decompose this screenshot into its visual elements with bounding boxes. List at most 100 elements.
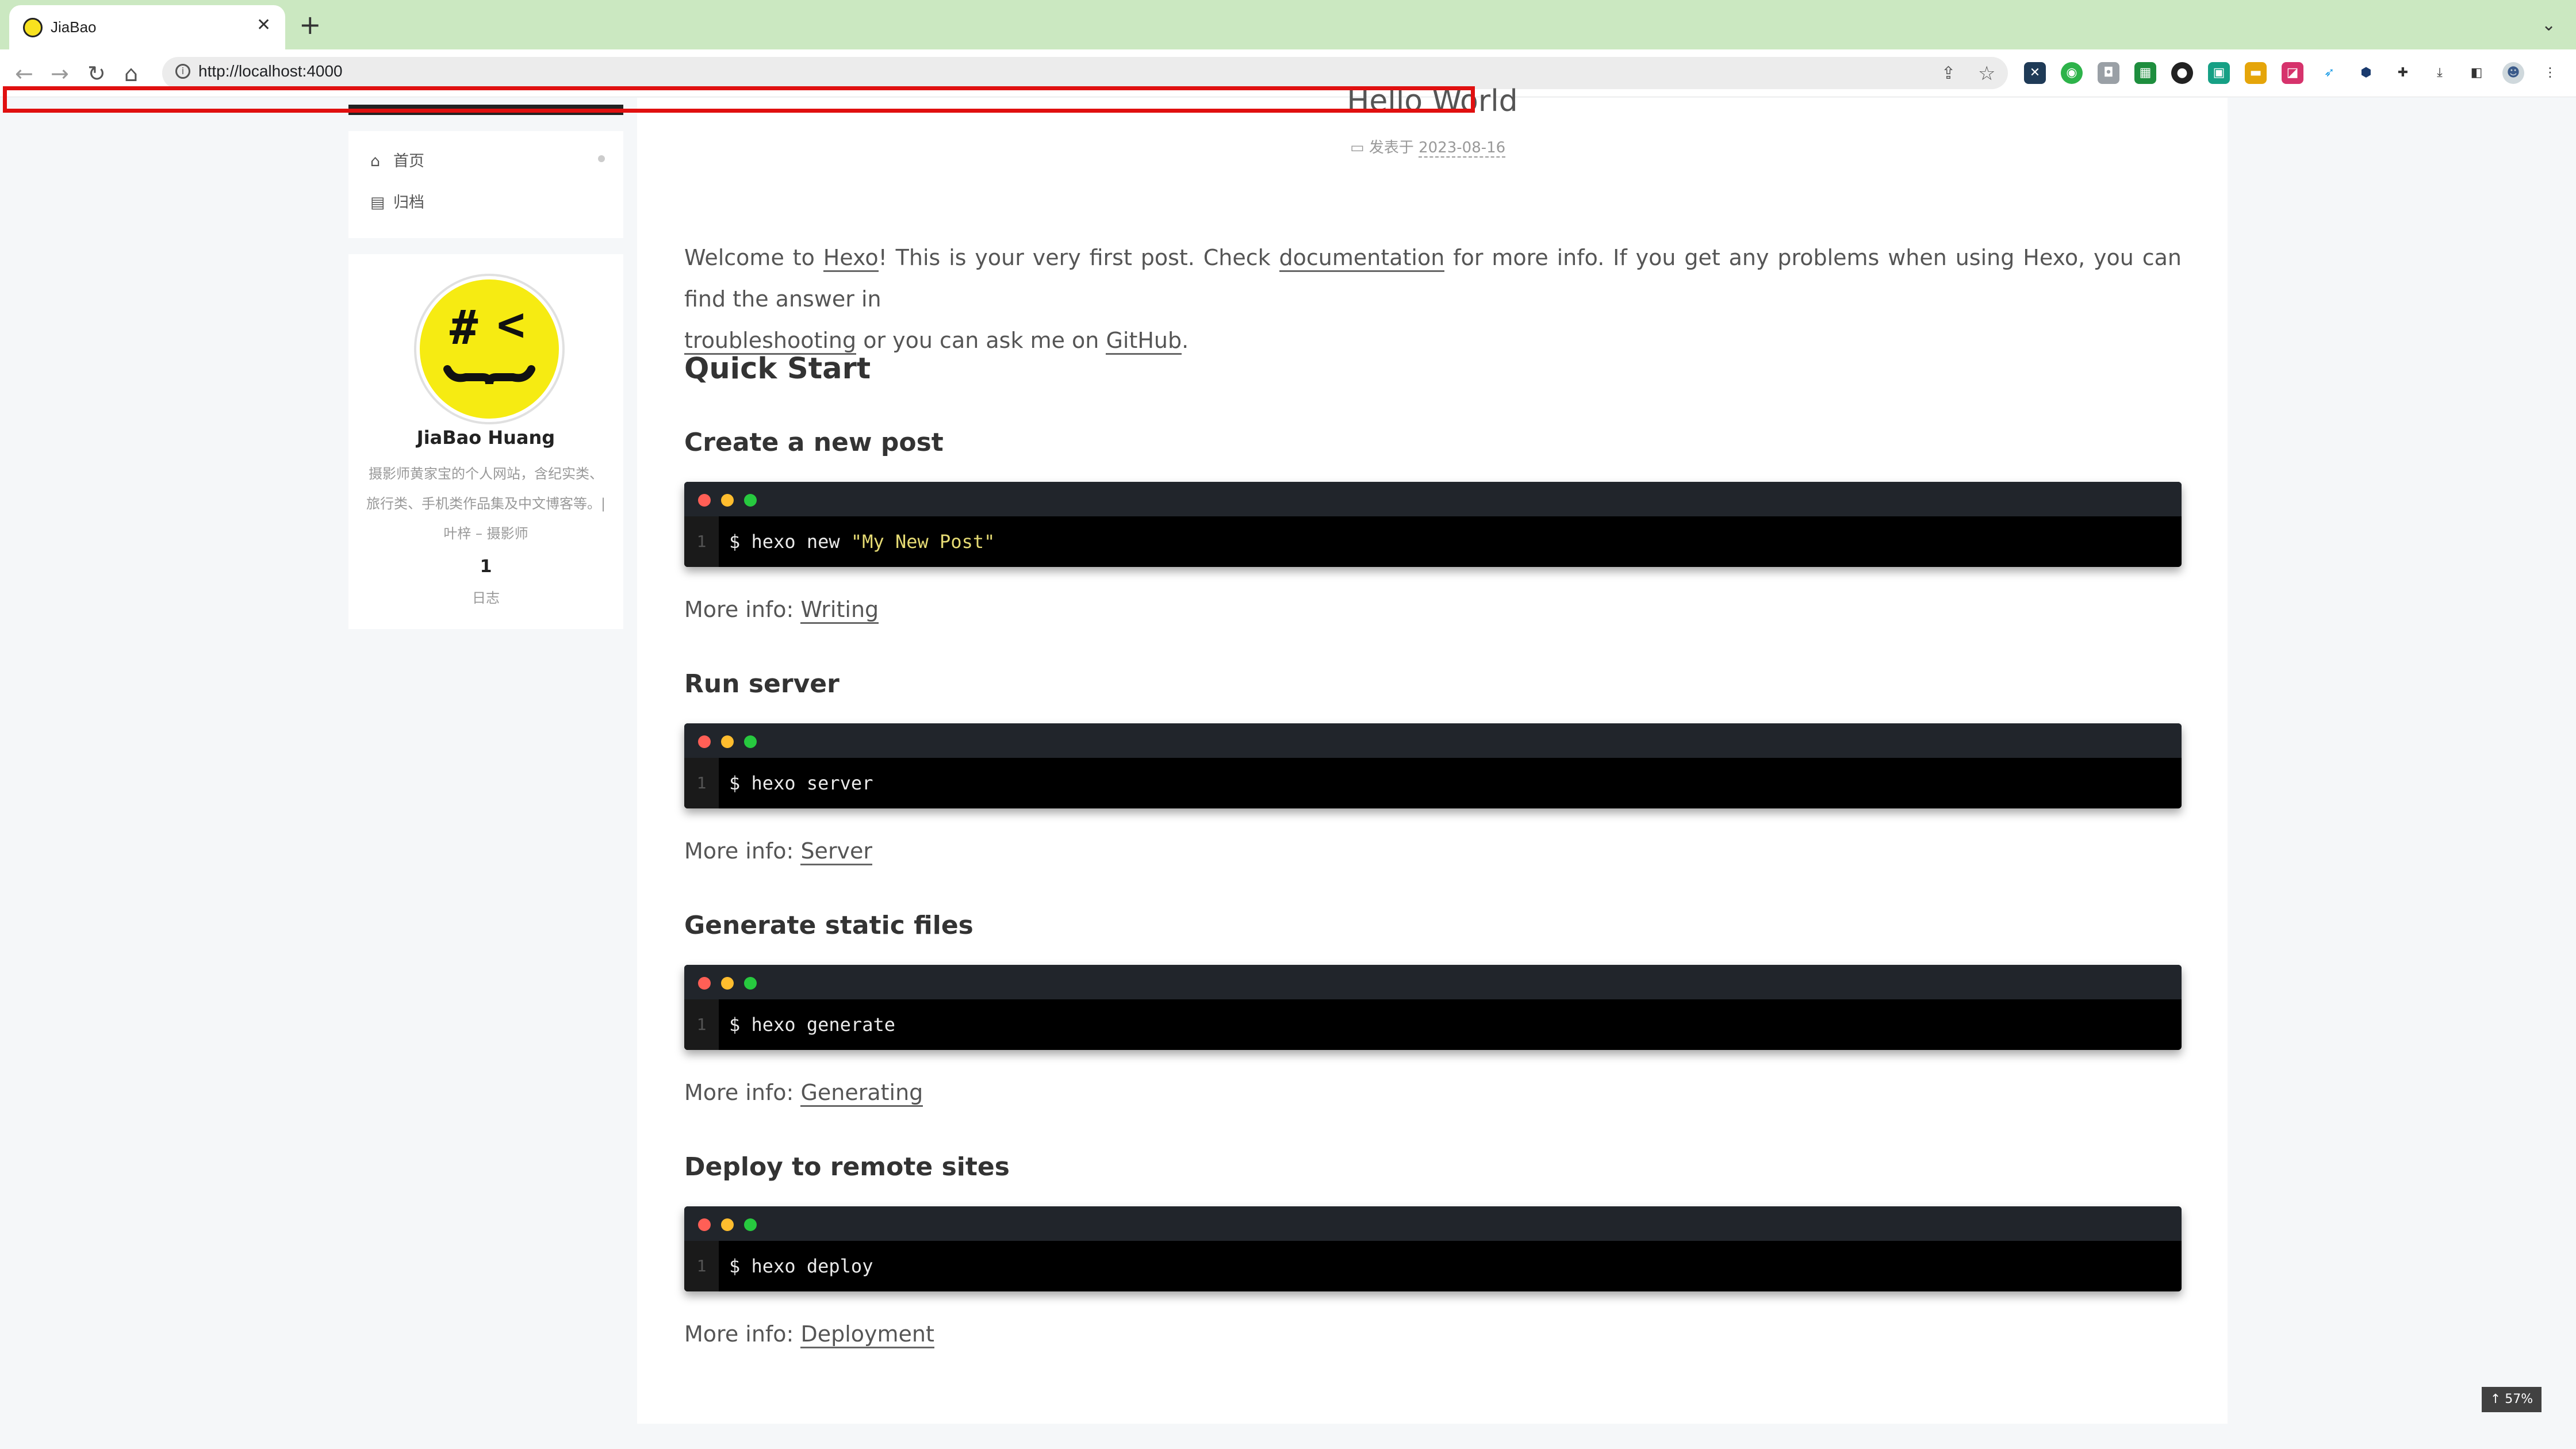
yellow-dot-icon	[721, 735, 734, 748]
download-icon[interactable]: ⤓	[2429, 62, 2451, 84]
post-meta: ▭ 发表于 2023-08-16	[1350, 136, 1506, 158]
documentation-link[interactable]: documentation	[1279, 245, 1445, 272]
generating-link[interactable]: Generating	[800, 1080, 923, 1107]
smiley-favicon-icon	[23, 18, 43, 37]
line-number: 1	[684, 999, 719, 1050]
green-square-extension-icon[interactable]: ▣	[2208, 62, 2230, 84]
bird-extension-icon[interactable]: ➶	[2318, 62, 2340, 84]
code-block-header	[684, 723, 2182, 758]
reload-icon[interactable]: ↻	[87, 62, 106, 85]
archive-icon: ▤	[370, 194, 385, 212]
section-heading: Run server	[684, 669, 839, 699]
writing-link[interactable]: Writing	[800, 597, 879, 624]
yellow-dot-icon	[721, 1218, 734, 1231]
code-block: 1 $ hexo new "My New Post"	[684, 482, 2182, 567]
troubleshooting-link[interactable]: troubleshooting	[684, 328, 857, 355]
intro-text: Welcome to	[684, 245, 823, 270]
hexagon-extension-icon[interactable]: ⬢	[2355, 62, 2377, 84]
x-extension-icon[interactable]: ✕	[2024, 62, 2046, 84]
section-heading: Generate static files	[684, 911, 973, 940]
yellow-dot-icon	[721, 977, 734, 990]
yellow-dot-icon	[721, 494, 734, 507]
more-info-label: More info:	[684, 1321, 801, 1347]
avatar: # <	[416, 276, 562, 422]
section-heading: Deploy to remote sites	[684, 1152, 1010, 1182]
line-number: 1	[684, 758, 719, 808]
home-icon[interactable]: ⌂	[124, 62, 138, 85]
github-link[interactable]: GitHub	[1106, 328, 1182, 355]
line-number: 1	[684, 516, 719, 567]
intro-paragraph: Welcome to Hexo! This is your very first…	[684, 237, 2182, 361]
svg-text:#: #	[450, 301, 478, 355]
puzzle-icon[interactable]: ✚	[2392, 62, 2414, 84]
post-count[interactable]: 1	[348, 557, 623, 577]
green-dot-icon	[744, 735, 757, 748]
author-card: # < JiaBao Huang 摄影师黄家宝的个人网站，含纪实类、旅行类、手机…	[348, 254, 623, 629]
sidebar-item-label: 归档	[393, 194, 424, 212]
hexo-link[interactable]: Hexo	[823, 245, 879, 272]
camera-extension-icon[interactable]: ◘	[2098, 62, 2119, 84]
more-info-label: More info:	[684, 838, 801, 864]
more-info: More info: Deployment	[684, 1321, 934, 1348]
pink-extension-icon[interactable]: ◪	[2282, 62, 2303, 84]
green-dot-icon	[744, 977, 757, 990]
tab-close-icon[interactable]: ✕	[256, 15, 271, 35]
more-info: More info: Server	[684, 838, 873, 865]
sidebar-item-home[interactable]: ⌂ 首页	[370, 148, 424, 171]
intro-text: or you can ask me on	[856, 328, 1106, 353]
more-info: More info: Writing	[684, 597, 879, 624]
highlight-rectangle	[3, 86, 1475, 113]
code-line: $ hexo deploy	[729, 1255, 873, 1277]
folder-extension-icon[interactable]: ▬	[2245, 62, 2267, 84]
quick-start-heading: Quick Start	[684, 352, 871, 386]
code-block: 1 $ hexo generate	[684, 965, 2182, 1050]
share-icon[interactable]: ⇪	[1941, 62, 1956, 85]
site-info-icon[interactable]: i	[175, 64, 190, 79]
sidebar-item-label: 首页	[393, 152, 424, 170]
bookmark-star-icon[interactable]: ☆	[1978, 62, 1995, 85]
forward-icon[interactable]: →	[51, 62, 69, 85]
sidebar-item-archives[interactable]: ▤ 归档	[370, 190, 424, 212]
sidebar-menu: ⌂ 首页 ▤ 归档	[348, 131, 623, 238]
code-block: 1 $ hexo server	[684, 723, 2182, 808]
green-extension-icon[interactable]: ◉	[2061, 62, 2083, 84]
active-dot	[598, 155, 605, 162]
deployment-link[interactable]: Deployment	[800, 1321, 934, 1348]
code-line: $ hexo server	[729, 772, 873, 794]
url-text[interactable]: http://localhost:4000	[198, 62, 343, 80]
calendar-icon: ▭	[1350, 139, 1364, 156]
tab-title: JiaBao	[51, 18, 97, 36]
code-block-header	[684, 965, 2182, 999]
back-icon[interactable]: ←	[15, 62, 33, 85]
tab-search-chevron-icon[interactable]: ⌄	[2542, 15, 2556, 35]
intro-text: ! This is your very first post. Check	[878, 245, 1279, 270]
post-count-label: 日志	[472, 590, 500, 606]
green-dot-icon	[744, 494, 757, 507]
tab-strip	[0, 0, 2576, 49]
intro-text: .	[1182, 328, 1189, 353]
line-number: 1	[684, 1241, 719, 1291]
more-info-label: More info:	[684, 597, 801, 622]
profile-avatar[interactable]: ☻	[2502, 62, 2524, 84]
badge-extension-icon[interactable]: ●	[2171, 62, 2193, 84]
code-command: $ hexo new	[729, 531, 851, 553]
code-block-header	[684, 482, 2182, 516]
server-link[interactable]: Server	[800, 838, 873, 865]
menu-kebab-icon[interactable]: ⋮	[2539, 62, 2561, 84]
red-dot-icon	[698, 735, 711, 748]
on-extension-icon[interactable]: ▦	[2134, 62, 2156, 84]
sidepanel-icon[interactable]: ◧	[2466, 62, 2487, 84]
code-line: $ hexo new "My New Post"	[729, 516, 995, 567]
new-tab-button[interactable]: +	[299, 12, 321, 38]
more-info-label: More info:	[684, 1080, 801, 1105]
post-meta-label: 发表于	[1368, 139, 1414, 156]
post-date: 2023-08-16	[1419, 139, 1506, 158]
svg-text:<: <	[497, 297, 525, 352]
back-to-top-button[interactable]: ↑ 57%	[2482, 1387, 2542, 1412]
section-heading: Create a new post	[684, 428, 944, 457]
home-icon: ⌂	[370, 152, 381, 170]
code-line: $ hexo generate	[729, 1014, 895, 1036]
author-description: 摄影师黄家宝的个人网站，含纪实类、旅行类、手机类作品集及中文博客等。| 叶梓 –…	[366, 466, 606, 542]
more-info: More info: Generating	[684, 1080, 923, 1107]
code-block-header	[684, 1206, 2182, 1241]
